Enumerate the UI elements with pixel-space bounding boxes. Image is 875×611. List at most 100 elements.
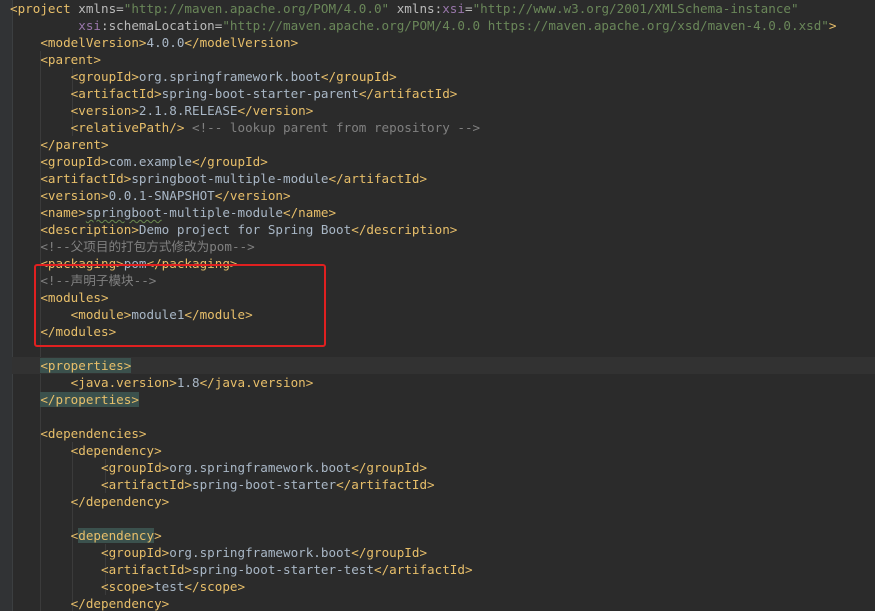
code-line[interactable]: </parent> xyxy=(10,136,109,153)
code-token-tag: <artifactId> xyxy=(101,562,192,577)
code-line[interactable]: <!--父项目的打包方式修改为pom--> xyxy=(10,238,255,255)
code-token-txt: 4.0.0 xyxy=(146,35,185,50)
code-line[interactable]: <name>springboot-multiple-module</name> xyxy=(10,204,336,221)
code-token-tag: dependency xyxy=(78,528,155,543)
code-line[interactable]: <version>2.1.8.RELEASE</version> xyxy=(10,102,314,119)
code-line[interactable]: <modelVersion>4.0.0</modelVersion> xyxy=(10,34,298,51)
code-token-tag: <groupId> xyxy=(70,69,139,84)
code-token-tag: </artifactId> xyxy=(336,477,435,492)
code-token-txt: -multiple-module xyxy=(161,205,283,220)
code-token-cmt: <!--父项目的打包方式修改为pom--> xyxy=(40,239,255,254)
code-line[interactable]: <groupId>org.springframework.boot</group… xyxy=(10,68,397,85)
code-line[interactable]: <groupId>org.springframework.boot</group… xyxy=(10,544,427,561)
code-token-cmt: <!-- lookup parent from repository --> xyxy=(192,120,481,135)
code-line[interactable]: <groupId>com.example</groupId> xyxy=(10,153,268,170)
code-line[interactable]: <properties> xyxy=(12,357,875,374)
code-token-tag: </modelVersion> xyxy=(184,35,299,50)
code-token-ns: xsi xyxy=(442,1,465,16)
code-token-tag: </artifactId> xyxy=(358,86,458,101)
code-token-attr: xmlns: xyxy=(396,1,443,16)
code-token-txt: spring-boot-starter-test xyxy=(192,562,374,577)
code-token-ns: xsi xyxy=(78,18,101,33)
code-token-attr: xmlns= xyxy=(78,1,124,16)
code-token-tag: <project xyxy=(10,1,79,16)
code-token-tag: </parent> xyxy=(40,137,109,152)
code-line[interactable]: <dependency> xyxy=(10,527,162,544)
code-token-tag: </dependency> xyxy=(70,596,170,611)
code-line[interactable]: <artifactId>spring-boot-starter</artifac… xyxy=(10,476,435,493)
code-token-tag: <groupId> xyxy=(101,545,170,560)
code-token-tag: <artifactId> xyxy=(70,86,162,101)
code-line[interactable]: <parent> xyxy=(10,51,101,68)
code-token-tag: </description> xyxy=(351,222,458,237)
code-token-attr: :schemaLocation= xyxy=(101,18,223,33)
code-line[interactable]: <artifactId>springboot-multiple-module</… xyxy=(10,170,427,187)
code-line[interactable]: <project xmlns="http://maven.apache.org/… xyxy=(10,0,799,17)
code-line[interactable]: <groupId>org.springframework.boot</group… xyxy=(10,459,427,476)
code-token-tag: </scope> xyxy=(184,579,246,594)
code-token-tag: <dependencies> xyxy=(40,426,147,441)
code-token-tag: <name> xyxy=(40,205,86,220)
code-token-txt: 1.8 xyxy=(176,375,200,390)
code-token-tag: <version> xyxy=(70,103,139,118)
code-line[interactable]: <dependencies> xyxy=(10,425,147,442)
code-line[interactable]: <scope>test</scope> xyxy=(10,578,245,595)
code-line[interactable]: <java.version>1.8</java.version> xyxy=(10,374,314,391)
code-token-tag: <dependency> xyxy=(70,443,162,458)
code-token-tag: </java.version> xyxy=(199,375,314,390)
code-token-tag: </groupId> xyxy=(351,460,428,475)
code-line[interactable]: <description>Demo project for Spring Boo… xyxy=(10,221,457,238)
code-token-tag: <relativePath/> xyxy=(70,120,185,135)
code-token-tag: </properties> xyxy=(40,392,139,407)
code-token-tag: > xyxy=(828,18,837,33)
code-token-tag: <description> xyxy=(40,222,139,237)
code-line[interactable]: </dependency> xyxy=(10,595,170,611)
code-token-attrv: "http://maven.apache.org/POM/4.0.0 https… xyxy=(222,18,829,33)
code-token-txt: spring-boot-starter xyxy=(192,477,337,492)
code-editor[interactable]: <project xmlns= "http://maven.apache.org/… xyxy=(0,0,875,611)
code-token-txt: org.springframework.boot xyxy=(169,545,352,560)
code-line[interactable]: <artifactId>spring-boot-starter-test</ar… xyxy=(10,561,473,578)
code-line[interactable]: <version>0.0.1-SNAPSHOT</version> xyxy=(10,187,290,204)
code-token-txt: 2.1.8.RELEASE xyxy=(138,103,238,118)
code-token-tag: <groupId> xyxy=(40,154,109,169)
code-token-tag: <groupId> xyxy=(101,460,170,475)
code-token-tag: </groupId> xyxy=(192,154,268,169)
code-token-tag: <version> xyxy=(40,188,109,203)
code-token-attr: = xyxy=(464,1,473,16)
code-token-txt: org.springframework.boot xyxy=(169,460,352,475)
annotation-highlight-box xyxy=(34,264,326,347)
code-line[interactable]: <relativePath/> <!-- lookup parent from … xyxy=(10,119,480,136)
code-token-txt: 0.0.1-SNAPSHOT xyxy=(108,188,215,203)
code-token-tag: <scope> xyxy=(101,579,155,594)
code-token-txt: org.springframework.boot xyxy=(138,69,321,84)
code-line[interactable]: </dependency> xyxy=(10,493,170,510)
code-token-tag: <artifactId> xyxy=(101,477,192,492)
code-line[interactable]: xsi:schemaLocation="http://maven.apache.… xyxy=(10,17,837,34)
code-line[interactable]: <dependency> xyxy=(10,442,162,459)
code-line[interactable]: <artifactId>spring-boot-starter-parent</… xyxy=(10,85,458,102)
code-token-txt: test xyxy=(154,579,185,594)
code-line[interactable]: </properties> xyxy=(10,391,139,408)
code-token-tag: <java.version> xyxy=(70,375,177,390)
code-token-txt: com.example xyxy=(108,154,192,169)
code-token-tag: </version> xyxy=(237,103,314,118)
